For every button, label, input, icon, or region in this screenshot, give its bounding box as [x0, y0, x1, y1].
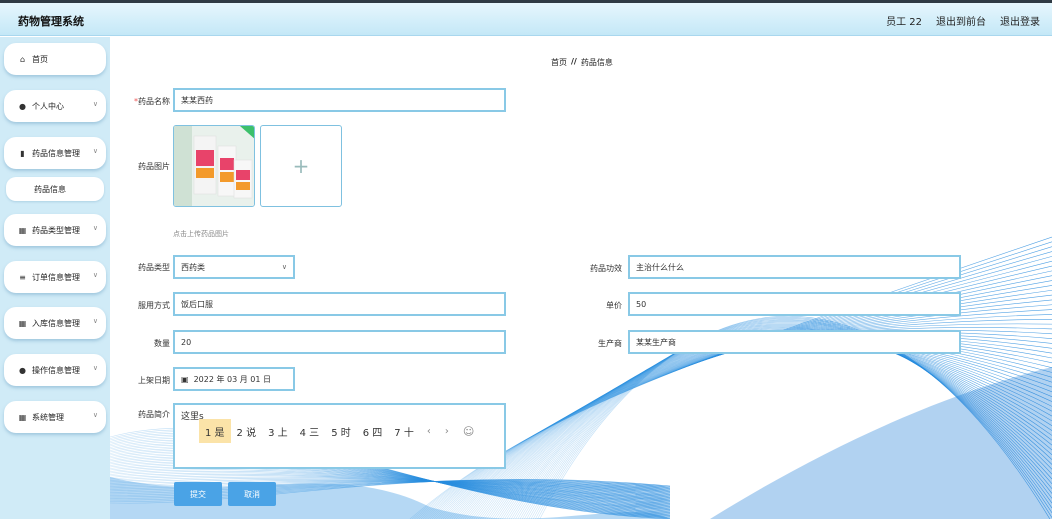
sidebar-item-drug-type[interactable]: ▦ 药品类型管理 ∨: [4, 214, 106, 246]
app-title: 药物管理系统: [18, 15, 84, 28]
sidebar-item-label: 药品信息: [34, 184, 66, 194]
logout-link[interactable]: 退出登录: [1000, 13, 1040, 28]
main-content: 首页 // 药品信息 *药品名称 某某西药 药品图片 + 点击上传药品图片 药品…: [110, 37, 1052, 519]
chevron-down-icon: ∨: [92, 317, 98, 325]
date-picker[interactable]: ▣ 2022 年 03 月 01 日: [173, 367, 295, 391]
user-icon: ●: [19, 101, 26, 111]
chevron-down-icon: ∨: [92, 411, 98, 419]
grid3-icon: ▦: [18, 318, 27, 328]
ime-candidate[interactable]: 5 时: [325, 419, 357, 443]
drug-type-select[interactable]: 西药类 ∨: [173, 255, 295, 279]
to-front-link[interactable]: 退出到前台: [936, 13, 986, 28]
ime-candidate[interactable]: 4 三: [294, 419, 326, 443]
maker-label: 生产商: [598, 339, 622, 348]
intro-label: 药品简介: [138, 410, 170, 419]
cancel-button[interactable]: 取消: [228, 482, 276, 506]
drug-image-thumbnail[interactable]: [173, 125, 255, 207]
ime-candidate[interactable]: 6 四: [357, 419, 389, 443]
drug-image-label: 药品图片: [138, 162, 170, 171]
usage-label: 服用方式: [138, 301, 170, 310]
breadcrumb-home[interactable]: 首页: [551, 57, 567, 68]
drug-effect-input[interactable]: 主治什么什么: [628, 255, 961, 279]
chevron-down-icon: ∨: [92, 100, 98, 108]
quantity-input[interactable]: 20: [173, 330, 506, 354]
date-value: 2022 年 03 月 01 日: [193, 374, 271, 384]
drug-effect-label: 药品功效: [590, 264, 622, 273]
sidebar-item-label: 药品类型管理: [32, 225, 80, 235]
sidebar-item-label: 药品信息管理: [32, 148, 80, 158]
ime-candidate[interactable]: 1 是: [199, 419, 231, 443]
sidebar-item-operations[interactable]: ● 操作信息管理 ∨: [4, 354, 106, 386]
sidebar-item-inbound[interactable]: ▦ 入库信息管理 ∨: [4, 307, 106, 339]
submit-button[interactable]: 提交: [174, 482, 222, 506]
home-icon: ⌂: [19, 54, 26, 64]
grid-icon: ▦: [18, 412, 27, 422]
sidebar-subitem-drug-info[interactable]: 药品信息: [6, 177, 104, 201]
sidebar-item-label: 系统管理: [32, 412, 64, 422]
chevron-down-icon: ∨: [92, 271, 98, 279]
drug-type-value: 西药类: [181, 262, 205, 272]
maker-input[interactable]: 某某生产商: [628, 330, 961, 354]
upload-hint: 点击上传药品图片: [173, 230, 229, 238]
ime-next-icon[interactable]: ›: [438, 426, 456, 437]
ime-candidate[interactable]: 7 十: [388, 419, 420, 443]
quantity-label: 数量: [154, 339, 170, 348]
sidebar-item-drug-info[interactable]: ▮ 药品信息管理 ∨: [4, 137, 106, 169]
date-label: 上架日期: [138, 376, 170, 385]
header-actions: 员工 22 退出到前台 退出登录: [886, 13, 1040, 28]
sidebar-item-label: 入库信息管理: [32, 318, 80, 328]
bars-icon: ▮: [20, 148, 25, 158]
price-input[interactable]: 50: [628, 292, 961, 316]
sidebar: ⌂ 首页 ● 个人中心 ∨ ▮ 药品信息管理 ∨ 药品信息 ▦ 药品类型管理 ∨…: [0, 37, 110, 519]
sidebar-item-label: 操作信息管理: [32, 365, 80, 375]
breadcrumb-separator: //: [571, 57, 577, 66]
chevron-down-icon: ∨: [92, 364, 98, 372]
sidebar-item-label: 订单信息管理: [32, 272, 80, 282]
chevron-down-icon: ∨: [281, 263, 287, 271]
sidebar-item-orders[interactable]: ≡ 订单信息管理 ∨: [4, 261, 106, 293]
drug-name-input[interactable]: 某某西药: [173, 88, 506, 112]
usage-input[interactable]: 饭后口服: [173, 292, 506, 316]
price-label: 单价: [606, 301, 622, 310]
chevron-up-icon: ∨: [92, 147, 98, 155]
grid-icon: ▦: [18, 225, 27, 235]
sidebar-item-personal[interactable]: ● 个人中心 ∨: [4, 90, 106, 122]
ime-candidate[interactable]: 3 上: [262, 419, 294, 443]
upload-add-button[interactable]: +: [260, 125, 342, 207]
ime-candidate[interactable]: 2 说: [231, 419, 263, 443]
sidebar-item-home[interactable]: ⌂ 首页: [4, 43, 106, 75]
list-icon: ≡: [19, 272, 26, 282]
drug-name-label: *药品名称: [134, 97, 170, 106]
user-icon: ●: [19, 365, 26, 375]
drug-type-label: 药品类型: [138, 263, 170, 272]
ime-candidate-bar: 1 是 2 说 3 上 4 三 5 时 6 四 7 十 ‹ › ☺: [199, 419, 502, 443]
app-header: 药物管理系统 员工 22 退出到前台 退出登录: [0, 3, 1052, 36]
chevron-down-icon: ∨: [92, 224, 98, 232]
current-user: 员工 22: [886, 17, 922, 28]
breadcrumb-current: 药品信息: [580, 58, 613, 67]
ime-emoji-icon[interactable]: ☺: [456, 425, 481, 438]
ime-prev-icon[interactable]: ‹: [420, 426, 438, 437]
sidebar-item-label: 个人中心: [32, 101, 64, 111]
sidebar-item-label: 首页: [32, 54, 48, 64]
calendar-icon: ▣: [181, 374, 189, 384]
breadcrumb: 首页 // 药品信息: [551, 57, 613, 68]
drug-box-image: [174, 126, 254, 206]
sidebar-item-system[interactable]: ▦ 系统管理 ∨: [4, 401, 106, 433]
